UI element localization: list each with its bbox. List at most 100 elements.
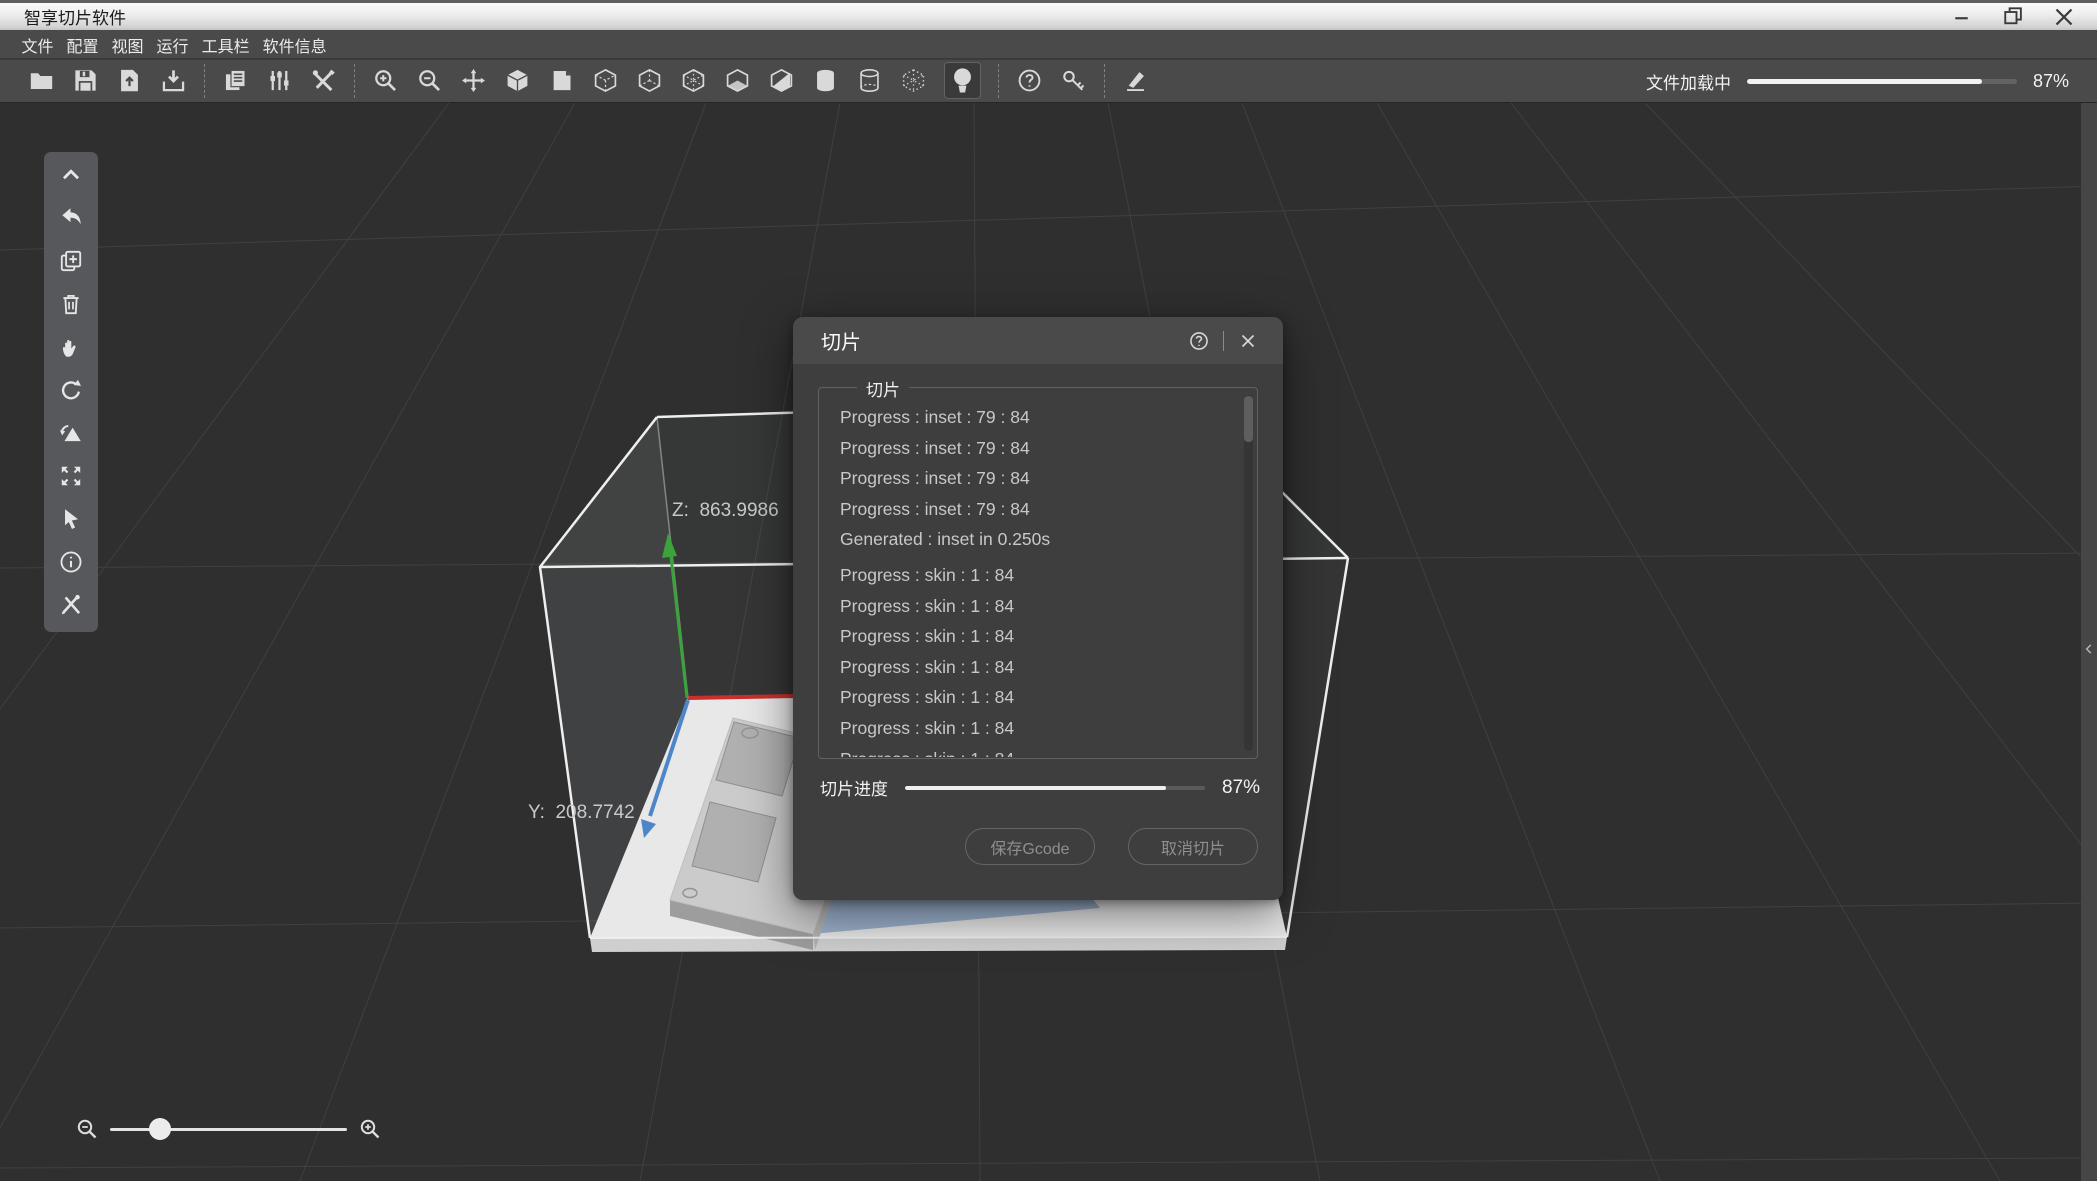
adjust-params-button[interactable] <box>266 67 293 94</box>
log-line: Progress : skin : 1 : 84 <box>840 744 1226 757</box>
window-title: 智享切片软件 <box>24 4 126 29</box>
export-model-icon <box>160 67 187 94</box>
log-line: Progress : skin : 1 : 84 <box>840 591 1226 622</box>
cube-bottom-icon <box>724 67 751 94</box>
add-copy-icon <box>58 248 84 274</box>
title-bar[interactable]: 智享切片软件 <box>0 0 2097 30</box>
log-scrollbar[interactable] <box>1244 395 1253 751</box>
blade-button[interactable] <box>1122 67 1149 94</box>
cube-hidden-wire-icon <box>636 67 663 94</box>
machine-tools-button[interactable] <box>310 67 337 94</box>
menu-item-文件[interactable]: 文件 <box>15 33 60 57</box>
log-line: Progress : skin : 1 : 84 <box>840 682 1226 713</box>
blade-icon <box>1122 67 1149 94</box>
file-loading-bar <box>1747 79 2017 84</box>
dialog-help-button[interactable] <box>1188 330 1210 352</box>
menu-item-工具栏[interactable]: 工具栏 <box>195 33 256 57</box>
rotate-button[interactable] <box>58 377 84 403</box>
log-line: Progress : skin : 1 : 84 <box>840 560 1226 591</box>
help-icon <box>1188 330 1210 352</box>
zoom-slider-handle[interactable] <box>149 1118 171 1140</box>
import-model-button[interactable] <box>116 67 143 94</box>
log-line: Progress : inset : 79 : 84 <box>840 494 1226 525</box>
import-model-icon <box>116 67 143 94</box>
help-icon <box>1016 67 1043 94</box>
collapse-up-button[interactable] <box>58 162 84 188</box>
save-file-icon <box>72 67 99 94</box>
pan-hand-button[interactable] <box>58 334 84 360</box>
machine-tools-icon <box>310 67 337 94</box>
expand-panel-chevron-icon[interactable] <box>2082 641 2096 657</box>
cylinder-solid-button[interactable] <box>812 67 839 94</box>
window-controls <box>1949 6 2079 28</box>
slice-progress-percent: 87% <box>1222 777 1260 799</box>
menu-item-软件信息[interactable]: 软件信息 <box>256 33 333 57</box>
zoom-out-button[interactable] <box>75 1117 99 1141</box>
select-cursor-button[interactable] <box>58 506 84 532</box>
zoom-slider[interactable] <box>110 1128 347 1131</box>
cube-solid-button[interactable] <box>504 67 531 94</box>
open-file-icon <box>28 67 55 94</box>
close-icon <box>2049 2 2079 32</box>
cylinder-solid-icon <box>812 67 839 94</box>
cube-section-icon <box>768 67 795 94</box>
model-info-button[interactable] <box>58 549 84 575</box>
move-view-button[interactable] <box>460 67 487 94</box>
add-copy-button[interactable] <box>58 248 84 274</box>
slice-log: Progress : inset : 79 : 84Progress : ins… <box>820 389 1256 757</box>
slice-progress-row: 切片进度 87% <box>820 775 1260 800</box>
cube-points-button[interactable] <box>900 67 927 94</box>
light-button[interactable] <box>944 62 981 99</box>
log-line: Generated : inset in 0.250s <box>840 524 1226 555</box>
cube-hidden-wire-button[interactable] <box>636 67 663 94</box>
zoom-out-button[interactable] <box>416 67 443 94</box>
cube-bottom-button[interactable] <box>724 67 751 94</box>
cube-section-button[interactable] <box>768 67 795 94</box>
light-icon <box>945 63 980 98</box>
open-file-button[interactable] <box>28 67 55 94</box>
print-settings-button[interactable] <box>222 67 249 94</box>
window-close-button[interactable] <box>2049 6 2079 28</box>
menu-bar: 文件配置视图运行工具栏软件信息 <box>0 30 2097 59</box>
right-panel-strip[interactable] <box>2081 103 2097 1181</box>
dialog-buttons: 保存Gcode 取消切片 <box>965 828 1258 865</box>
mirror-button[interactable] <box>58 420 84 446</box>
slice-dialog-header[interactable]: 切片 <box>793 317 1283 364</box>
cube-dashed-icon <box>680 67 707 94</box>
slice-dialog: 切片 切片 Progress : inset : 79 : 84Progress… <box>793 317 1283 900</box>
zoom-in-button[interactable] <box>372 67 399 94</box>
scale-button[interactable] <box>58 463 84 489</box>
y-axis-label: Y: 208.7742 <box>528 802 635 824</box>
toolbar-separator <box>1104 64 1105 98</box>
cancel-slice-button[interactable]: 取消切片 <box>1128 828 1258 865</box>
cube-wireframe-button[interactable] <box>592 67 619 94</box>
delete-button[interactable] <box>58 291 84 317</box>
menu-item-运行[interactable]: 运行 <box>150 33 195 57</box>
license-key-button[interactable] <box>1060 67 1087 94</box>
menu-item-视图[interactable]: 视图 <box>105 33 150 57</box>
select-cursor-icon <box>58 506 84 532</box>
dialog-close-button[interactable] <box>1237 330 1259 352</box>
repair-icon <box>58 592 84 618</box>
close-icon <box>1237 330 1259 352</box>
cube-face-button[interactable] <box>548 67 575 94</box>
cube-dashed-button[interactable] <box>680 67 707 94</box>
window-minimize-button[interactable] <box>1949 6 1979 28</box>
zoom-in-button[interactable] <box>358 1117 382 1141</box>
save-gcode-button[interactable]: 保存Gcode <box>965 828 1095 865</box>
move-view-icon <box>460 67 487 94</box>
zoom-in-icon <box>358 1117 382 1141</box>
cube-face-icon <box>548 67 575 94</box>
log-scrollbar-thumb[interactable] <box>1244 396 1253 442</box>
cylinder-wire-button[interactable] <box>856 67 883 94</box>
undo-button[interactable] <box>58 205 84 231</box>
help-button[interactable] <box>1016 67 1043 94</box>
menu-item-配置[interactable]: 配置 <box>60 33 105 57</box>
undo-icon <box>58 205 84 231</box>
repair-button[interactable] <box>58 592 84 618</box>
save-file-button[interactable] <box>72 67 99 94</box>
window-restore-button[interactable] <box>1999 6 2029 28</box>
zoom-out-icon <box>416 67 443 94</box>
collapse-up-icon <box>58 162 84 188</box>
export-model-button[interactable] <box>160 67 187 94</box>
